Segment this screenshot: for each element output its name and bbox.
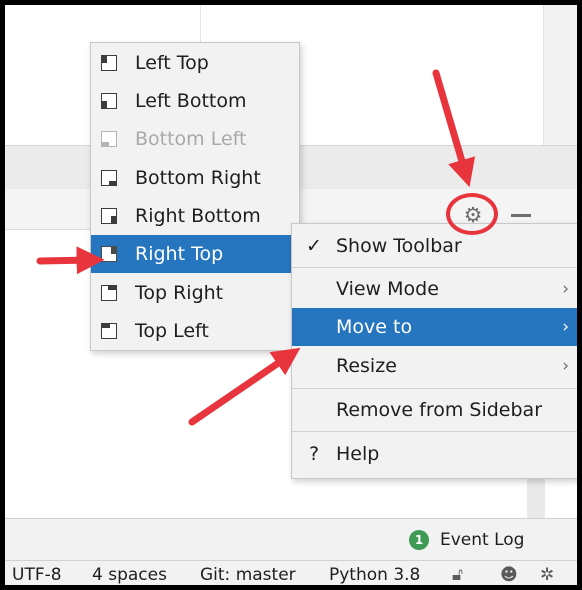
- indent-widget[interactable]: 4 spaces: [92, 565, 167, 585]
- menu-item-label: Resize: [336, 355, 397, 377]
- menu-item-bottom-left: Bottom Left: [91, 120, 297, 158]
- menu-separator: [292, 267, 577, 268]
- left-bottom-icon: [101, 93, 117, 109]
- menu-item-bottom-right[interactable]: Bottom Right: [91, 159, 297, 197]
- help-icon: ?: [308, 443, 320, 465]
- menu-item-label: Remove from Sidebar: [336, 399, 543, 421]
- annotation-circle: [446, 193, 498, 235]
- menu-item-label: Bottom Right: [135, 167, 261, 189]
- settings-icon[interactable]: ✲: [540, 565, 554, 585]
- menu-item-label: Right Top: [135, 243, 224, 265]
- right-top-icon: [101, 246, 117, 262]
- git-branch-widget[interactable]: Git: master: [200, 565, 296, 585]
- menu-item-label: Left Top: [135, 52, 209, 74]
- chevron-right-icon: ›: [562, 317, 569, 337]
- menu-item-label: Left Bottom: [135, 90, 247, 112]
- move-to-submenu: Left Top Left Bottom Bottom Left Bottom …: [90, 42, 300, 351]
- menu-separator: [292, 431, 577, 432]
- minus-icon[interactable]: [511, 214, 531, 217]
- menu-item-right-top[interactable]: Right Top: [91, 235, 297, 273]
- lock-icon[interactable]: 🔓︎: [452, 565, 463, 585]
- event-log-button[interactable]: 1 Event Log: [409, 530, 524, 550]
- menu-item-label: Show Toolbar: [336, 235, 462, 257]
- right-tool-strip: [543, 5, 578, 145]
- menu-item-help[interactable]: ? Help: [292, 435, 577, 473]
- menu-item-label: Right Bottom: [135, 205, 261, 227]
- menu-item-left-top[interactable]: Left Top: [91, 44, 297, 82]
- menu-item-label: Bottom Left: [135, 128, 247, 150]
- inspector-icon[interactable]: ☻: [500, 565, 518, 585]
- menu-item-show-toolbar[interactable]: ✓ Show Toolbar: [292, 227, 577, 265]
- event-log-label: Event Log: [440, 530, 525, 550]
- menu-item-top-right[interactable]: Top Right: [91, 274, 297, 312]
- menu-item-view-mode[interactable]: View Mode ›: [292, 270, 577, 308]
- encoding-widget[interactable]: UTF-8: [12, 565, 62, 585]
- interpreter-widget[interactable]: Python 3.8: [329, 565, 420, 585]
- menu-item-label: Top Left: [135, 320, 209, 342]
- right-bottom-icon: [101, 208, 117, 224]
- left-top-icon: [101, 55, 117, 71]
- menu-item-right-bottom[interactable]: Right Bottom: [91, 197, 297, 235]
- bottom-right-icon: [101, 170, 117, 186]
- menu-item-move-to[interactable]: Move to ›: [292, 308, 577, 346]
- checkmark-icon: ✓: [306, 235, 322, 257]
- menu-item-label: Move to: [336, 316, 413, 338]
- menu-item-label: View Mode: [336, 278, 439, 300]
- menu-item-label: Help: [336, 443, 380, 465]
- event-count-badge: 1: [409, 530, 429, 550]
- bottom-left-icon: [101, 131, 117, 147]
- top-left-icon: [101, 323, 117, 339]
- top-right-icon: [101, 285, 117, 301]
- chevron-right-icon: ›: [562, 279, 569, 299]
- menu-item-top-left[interactable]: Top Left: [91, 312, 297, 350]
- menu-item-label: Top Right: [135, 282, 224, 304]
- menu-item-remove-from-sidebar[interactable]: Remove from Sidebar: [292, 391, 577, 429]
- chevron-right-icon: ›: [562, 356, 569, 376]
- menu-item-left-bottom[interactable]: Left Bottom: [91, 82, 297, 120]
- menu-separator: [292, 388, 577, 389]
- tool-window-options-menu: ✓ Show Toolbar View Mode › Move to › Res…: [291, 223, 579, 479]
- menu-item-resize[interactable]: Resize ›: [292, 347, 577, 385]
